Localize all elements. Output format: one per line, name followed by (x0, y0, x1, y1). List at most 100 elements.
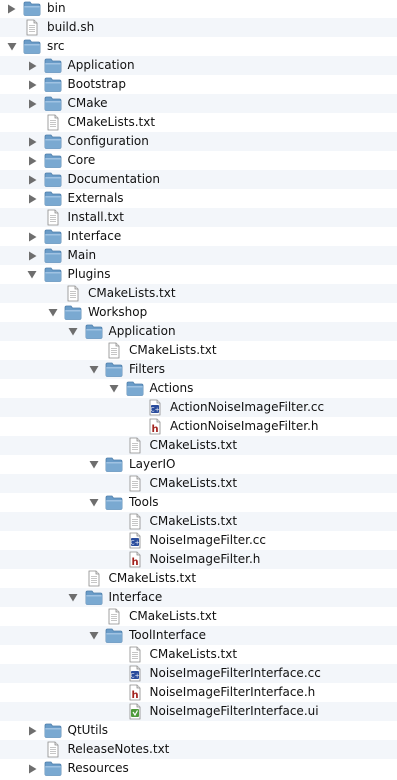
tree-row-actionnoiseimagefilter-cc[interactable]: C+ ActionNoiseImageFilter.cc (0, 398, 397, 417)
tree-row-cmakelists-txt[interactable]: CMakeLists.txt (0, 569, 397, 588)
tree-item-label: CMake (67, 96, 108, 110)
folder-icon (44, 722, 62, 739)
tree-item-label: Documentation (67, 172, 161, 186)
tree-row-cmakelists-txt[interactable]: CMakeLists.txt (0, 341, 397, 360)
svg-text:C+: C+ (130, 539, 139, 546)
folder-icon (44, 266, 62, 283)
tree-row-cmakelists-txt[interactable]: CMakeLists.txt (0, 607, 397, 626)
folder-icon (44, 247, 62, 264)
disclosure-collapsed-icon[interactable] (27, 763, 38, 774)
tree-row-cmakelists-txt[interactable]: CMakeLists.txt (0, 512, 397, 531)
disclosure-collapsed-icon[interactable] (27, 155, 38, 166)
disclosure-collapsed-icon[interactable] (6, 3, 17, 14)
tree-item-label: NoiseImageFilterInterface.h (149, 685, 316, 699)
disclosure-expanded-icon[interactable] (47, 307, 58, 318)
tree-item-label: ActionNoiseImageFilter.cc (170, 400, 325, 414)
disclosure-expanded-icon[interactable] (6, 41, 17, 52)
tree-row-workshop[interactable]: Workshop (0, 303, 397, 322)
disclosure-collapsed-icon[interactable] (27, 79, 38, 90)
tree-row-bin[interactable]: bin (0, 0, 397, 18)
disclosure-expanded-icon[interactable] (88, 497, 99, 508)
header-file-icon: h (126, 551, 144, 568)
tree-row-main[interactable]: Main (0, 246, 397, 265)
folder-icon (105, 456, 123, 473)
tree-row-noiseimagefilterinterface-h[interactable]: h NoiseImageFilterInterface.h (0, 683, 397, 702)
tree-row-cmakelists-txt[interactable]: CMakeLists.txt (0, 474, 397, 493)
tree-row-install-txt[interactable]: Install.txt (0, 208, 397, 227)
tree-item-label: NoiseImageFilterInterface.ui (149, 704, 319, 718)
tree-item-label: CMakeLists.txt (149, 476, 238, 490)
tree-row-filters[interactable]: Filters (0, 360, 397, 379)
tree-row-externals[interactable]: Externals (0, 189, 397, 208)
tree-row-cmakelists-txt[interactable]: CMakeLists.txt (0, 645, 397, 664)
tree-row-cmakelists-txt[interactable]: CMakeLists.txt (0, 284, 397, 303)
cpp-file-icon: C+ (126, 665, 144, 682)
tree-row-cmakelists-txt[interactable]: CMakeLists.txt (0, 113, 397, 132)
tree-row-actionnoiseimagefilter-h[interactable]: h ActionNoiseImageFilter.h (0, 417, 397, 436)
disclosure-collapsed-icon[interactable] (27, 136, 38, 147)
tree-item-label: Externals (67, 191, 124, 205)
folder-icon (105, 361, 123, 378)
tree-row-qtutils[interactable]: QtUtils (0, 721, 397, 740)
folder-icon (23, 38, 41, 55)
tree-item-label: Bootstrap (67, 77, 126, 91)
tree-row-noiseimagefilterinterface-cc[interactable]: C+ NoiseImageFilterInterface.cc (0, 664, 397, 683)
tree-row-cmakelists-txt[interactable]: CMakeLists.txt (0, 436, 397, 455)
tree-row-interface[interactable]: Interface (0, 588, 397, 607)
tree-item-label: CMakeLists.txt (108, 571, 197, 585)
disclosure-expanded-icon[interactable] (88, 364, 99, 375)
tree-row-noiseimagefilter-h[interactable]: h NoiseImageFilter.h (0, 550, 397, 569)
text-file-icon (64, 285, 82, 302)
svg-text:C+: C+ (150, 406, 159, 413)
tree-item-label: NoiseImageFilter.h (149, 552, 261, 566)
tree-item-label: Resources (67, 761, 129, 775)
tree-row-application[interactable]: Application (0, 56, 397, 75)
tree-row-toolinterface[interactable]: ToolInterface (0, 626, 397, 645)
disclosure-expanded-icon[interactable] (68, 326, 79, 337)
folder-icon (44, 133, 62, 150)
tree-row-noiseimagefilter-cc[interactable]: C+ NoiseImageFilter.cc (0, 531, 397, 550)
tree-row-configuration[interactable]: Configuration (0, 132, 397, 151)
text-file-icon (126, 646, 144, 663)
disclosure-expanded-icon[interactable] (27, 269, 38, 280)
tree-row-releasenotes-txt[interactable]: ReleaseNotes.txt (0, 740, 397, 759)
tree-row-layerio[interactable]: LayerIO (0, 455, 397, 474)
disclosure-collapsed-icon[interactable] (27, 250, 38, 261)
tree-row-cmake[interactable]: CMake (0, 94, 397, 113)
tree-row-src[interactable]: src (0, 37, 397, 56)
tree-row-actions[interactable]: Actions (0, 379, 397, 398)
disclosure-collapsed-icon[interactable] (27, 725, 38, 736)
tree-item-label: CMakeLists.txt (67, 115, 156, 129)
disclosure-collapsed-icon[interactable] (27, 174, 38, 185)
tree-item-label: Filters (129, 362, 165, 376)
header-file-icon: h (146, 418, 164, 435)
text-file-icon (23, 19, 41, 36)
tree-row-noiseimagefilterinterface-ui[interactable]: NoiseImageFilterInterface.ui (0, 702, 397, 721)
tree-item-label: ActionNoiseImageFilter.h (170, 419, 319, 433)
disclosure-expanded-icon[interactable] (88, 630, 99, 641)
disclosure-collapsed-icon[interactable] (27, 98, 38, 109)
disclosure-collapsed-icon[interactable] (27, 231, 38, 242)
folder-icon (44, 228, 62, 245)
text-file-icon (44, 114, 62, 131)
tree-row-resources[interactable]: Resources (0, 759, 397, 778)
disclosure-collapsed-icon[interactable] (27, 60, 38, 71)
tree-row-build-sh[interactable]: build.sh (0, 18, 397, 37)
tree-row-bootstrap[interactable]: Bootstrap (0, 75, 397, 94)
disclosure-expanded-icon[interactable] (68, 592, 79, 603)
tree-row-documentation[interactable]: Documentation (0, 170, 397, 189)
tree-item-label: Interface (108, 590, 163, 604)
tree-row-core[interactable]: Core (0, 151, 397, 170)
ui-file-icon (126, 703, 144, 720)
tree-row-plugins[interactable]: Plugins (0, 265, 397, 284)
svg-text:h: h (151, 424, 158, 435)
tree-row-interface[interactable]: Interface (0, 227, 397, 246)
disclosure-collapsed-icon[interactable] (27, 193, 38, 204)
folder-icon (44, 57, 62, 74)
disclosure-expanded-icon[interactable] (88, 459, 99, 470)
tree-row-application[interactable]: Application (0, 322, 397, 341)
tree-row-tools[interactable]: Tools (0, 493, 397, 512)
disclosure-expanded-icon[interactable] (109, 383, 120, 394)
text-file-icon (85, 570, 103, 587)
tree-item-label: Workshop (88, 305, 148, 319)
